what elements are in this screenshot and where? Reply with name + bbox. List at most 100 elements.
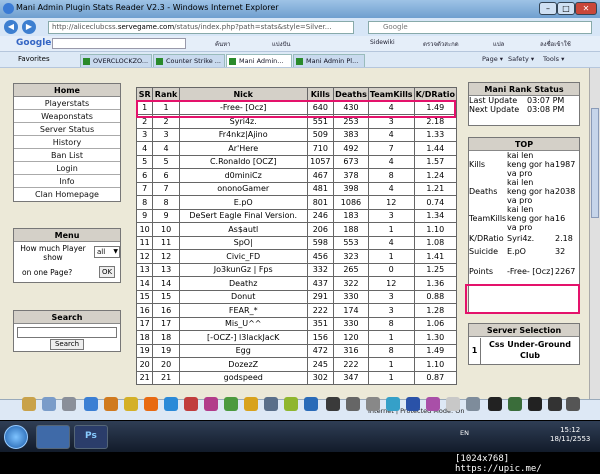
app-icon[interactable] <box>426 397 440 411</box>
back-icon[interactable]: ◀ <box>4 20 18 34</box>
stats-header-cell[interactable]: SR <box>135 87 154 102</box>
top-player[interactable]: kai len keng gor ha va pro <box>507 205 555 232</box>
menu-clan-homepage[interactable]: Clan Homepage <box>14 188 120 201</box>
folder-icon[interactable] <box>22 397 36 411</box>
browser-icon[interactable] <box>84 397 98 411</box>
app-icon[interactable] <box>566 397 580 411</box>
menu-weaponstats[interactable]: Weaponstats <box>14 110 120 123</box>
top-player[interactable]: kai len keng gor ha va pro <box>507 178 555 205</box>
language-indicator[interactable]: EN <box>460 429 469 437</box>
page-menu[interactable]: Page ▾ <box>482 55 503 63</box>
safety-menu[interactable]: Safety ▾ <box>508 55 534 63</box>
stats-header-cell[interactable]: Nick <box>178 87 308 102</box>
player-nick[interactable]: Syri4z. <box>178 114 308 129</box>
player-nick[interactable]: Mis_U^^ <box>178 316 308 331</box>
tab-mani-admin-1[interactable]: Mani Admin... <box>226 54 292 67</box>
app-icon[interactable] <box>466 397 480 411</box>
favorites-button[interactable]: Favorites <box>18 55 50 63</box>
tab-mani-admin-2[interactable]: Mani Admin Pl... <box>293 54 365 67</box>
menu-playerstats[interactable]: Playerstats <box>14 97 120 110</box>
app-icon[interactable] <box>508 397 522 411</box>
app-icon[interactable] <box>366 397 380 411</box>
address-input[interactable]: http://aliceclubcss.servegame.com/status… <box>48 21 354 34</box>
gtool-search[interactable]: ค้นหา <box>215 39 230 49</box>
player-nick[interactable]: d0miniCz <box>178 168 308 183</box>
search-button[interactable]: Search <box>50 339 84 350</box>
player-nick[interactable]: Ar'Here <box>178 141 308 156</box>
app-icon[interactable] <box>164 397 178 411</box>
gtool-translate[interactable]: แปล <box>493 39 504 49</box>
player-nick[interactable]: Deathz <box>178 276 308 291</box>
close-button[interactable]: ✕ <box>575 2 597 15</box>
app-icon[interactable] <box>326 397 340 411</box>
menu-login[interactable]: Login <box>14 162 120 175</box>
player-nick[interactable]: SpO| <box>178 235 308 250</box>
app-icon[interactable] <box>264 397 278 411</box>
stats-header-cell[interactable]: Kills <box>306 87 335 102</box>
player-nick[interactable]: As$autl <box>178 222 308 237</box>
stats-header-cell[interactable]: Rank <box>152 87 180 102</box>
app-icon[interactable] <box>488 397 502 411</box>
tools-menu[interactable]: Tools ▾ <box>543 55 564 63</box>
app-icon[interactable] <box>244 397 258 411</box>
start-button[interactable] <box>4 425 28 449</box>
player-nick[interactable]: [-OCZ-] l3lackJacK <box>178 330 308 345</box>
stats-header-cell[interactable]: TeamKills <box>367 87 415 102</box>
top-player[interactable]: Syri4z. <box>507 232 555 245</box>
trash-icon[interactable] <box>62 397 76 411</box>
menu-info[interactable]: Info <box>14 175 120 188</box>
top-player[interactable]: E.pO <box>507 245 555 258</box>
players-select[interactable]: all ▼ <box>94 246 120 258</box>
app-icon[interactable] <box>346 397 360 411</box>
google-search-input[interactable] <box>52 38 186 49</box>
drive-icon[interactable] <box>42 397 56 411</box>
player-nick[interactable]: DozezZ <box>178 357 308 372</box>
illustrator-icon[interactable] <box>144 397 158 411</box>
player-nick[interactable]: ononoGamer <box>178 181 308 196</box>
player-nick[interactable]: Jo3kunGz | Fps <box>178 262 308 277</box>
ok-button[interactable]: OK <box>99 266 115 278</box>
app-icon[interactable] <box>528 397 542 411</box>
maximize-button[interactable]: □ <box>557 2 575 15</box>
player-search-input[interactable] <box>17 327 117 338</box>
gtool-share[interactable]: แบ่งปัน <box>272 39 291 49</box>
gtool-sidewiki[interactable]: Sidewiki <box>370 39 395 46</box>
search-input[interactable]: Google <box>368 21 592 34</box>
app-icon[interactable] <box>386 397 400 411</box>
menu-history[interactable]: History <box>14 136 120 149</box>
player-nick[interactable]: -Free- [Ocz] <box>178 100 308 115</box>
tab-counter-strike[interactable]: Counter Strike ... <box>153 54 225 67</box>
firefox-icon[interactable] <box>104 397 118 411</box>
gtool-spellcheck[interactable]: ตรวจตัวสะกด <box>423 39 459 49</box>
taskbar-ie-button[interactable] <box>36 425 70 449</box>
taskbar-photoshop-button[interactable]: Ps <box>74 425 108 449</box>
minimize-button[interactable]: – <box>539 2 557 15</box>
player-nick[interactable]: Donut <box>178 289 308 304</box>
menu-server-status[interactable]: Server Status <box>14 123 120 136</box>
vertical-scrollbar[interactable] <box>589 68 600 399</box>
app-icon[interactable] <box>446 397 460 411</box>
player-nick[interactable]: DeSert Eagle Final Version. <box>178 208 308 223</box>
player-nick[interactable]: FEAR_* <box>178 303 308 318</box>
app-icon[interactable] <box>184 397 198 411</box>
app-icon[interactable] <box>406 397 420 411</box>
player-nick[interactable]: Fr4nkz|Ajino <box>178 127 308 142</box>
clock[interactable]: 15:12 18/11/2553 <box>550 426 590 444</box>
app-icon[interactable] <box>284 397 298 411</box>
gtool-signin[interactable]: ลงชื่อเข้าใช้ <box>540 39 571 49</box>
server-link[interactable]: Css Under-Ground Club <box>483 339 577 361</box>
tab-overclockzone[interactable]: OVERCLOCKZO... <box>80 54 152 67</box>
top-player[interactable]: kai len keng gor ha va pro <box>507 151 555 178</box>
app-icon[interactable] <box>224 397 238 411</box>
forward-icon[interactable]: ▶ <box>22 20 36 34</box>
player-nick[interactable]: Egg <box>178 343 308 358</box>
scrollbar-thumb[interactable] <box>591 108 599 218</box>
app-icon[interactable] <box>124 397 138 411</box>
menu-ban-list[interactable]: Ban List <box>14 149 120 162</box>
player-nick[interactable]: C.Ronaldo [OCZ] <box>178 154 308 169</box>
app-icon[interactable] <box>204 397 218 411</box>
player-nick[interactable]: godspeed <box>178 370 308 385</box>
top-player[interactable]: -Free- [Ocz] <box>507 258 555 284</box>
stats-header-cell[interactable]: K/DRatio <box>413 87 458 102</box>
app-icon[interactable] <box>548 397 562 411</box>
